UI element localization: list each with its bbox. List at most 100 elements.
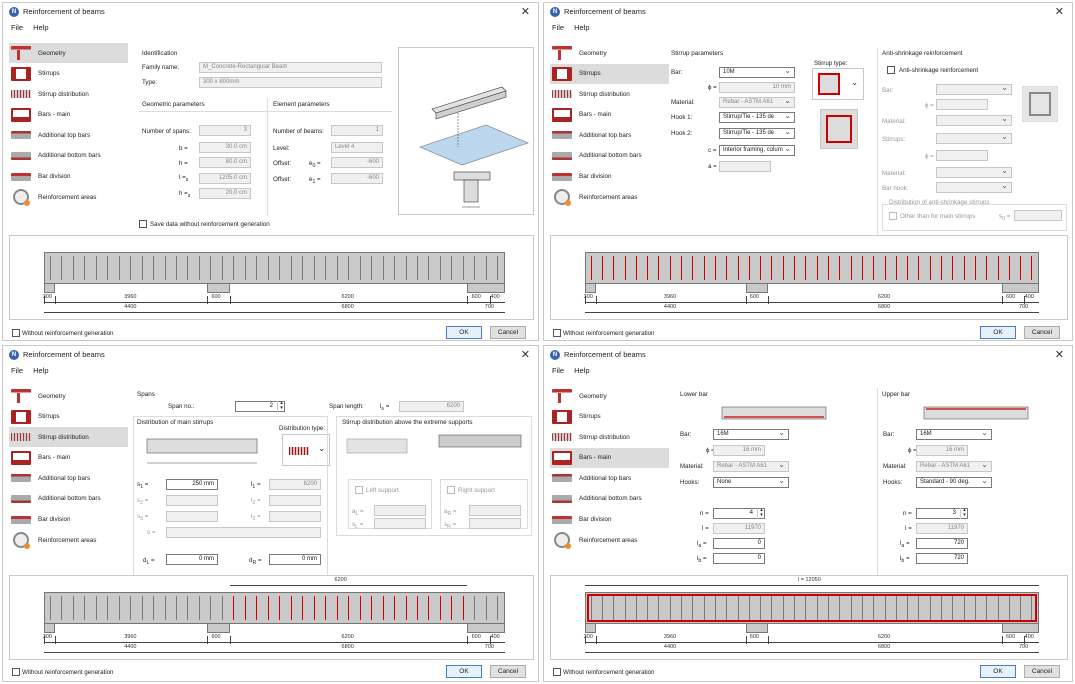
sidebar-item-additional-bottom-bars[interactable]: Additional bottom bars xyxy=(9,146,128,166)
family-name-field: M_Concrete-Rectangular Beam xyxy=(199,62,382,73)
span-no-spinner[interactable]: ▴ ▾ xyxy=(277,401,285,412)
ok-button[interactable]: OK xyxy=(980,665,1016,678)
stirrup-mark xyxy=(601,256,603,280)
upper-n-spinner[interactable]: ▴ ▾ xyxy=(960,508,968,519)
lower-n-spinner[interactable]: ▴ ▾ xyxy=(757,508,765,519)
cancel-button[interactable]: Cancel xyxy=(490,665,526,678)
save-data-label: Save data without reinforcement generati… xyxy=(150,221,270,228)
lower-lb-field[interactable]: 0 xyxy=(713,553,765,564)
sidebar-item-stirrups[interactable]: Stirrups xyxy=(550,63,669,84)
sidebar-item-bars-main[interactable]: Bars - main xyxy=(550,105,669,125)
sidebar-item-stirrup-distribution[interactable]: Stirrup distribution xyxy=(550,427,669,447)
sidebar-item-stirrups[interactable]: Stirrups xyxy=(9,64,128,84)
s1-field[interactable]: 250 mm xyxy=(166,479,218,490)
sidebar-item-reinforcement-areas[interactable]: Reinforcement areas xyxy=(550,187,669,207)
a-stirrups-select[interactable] xyxy=(936,133,1012,144)
cancel-button[interactable]: Cancel xyxy=(1024,326,1060,339)
lower-bar-select[interactable]: 16M xyxy=(713,429,789,440)
upper-material-select[interactable]: Rebar - ASTM A61 xyxy=(916,461,992,472)
upper-hooks-select[interactable]: Standard - 90 deg. xyxy=(916,477,992,488)
cancel-button[interactable]: Cancel xyxy=(490,326,526,339)
sidebar-item-stirrups[interactable]: Stirrups xyxy=(550,407,669,427)
sidebar-item-additional-top-bars[interactable]: Additional top bars xyxy=(9,468,128,488)
support-column xyxy=(44,624,56,633)
sidebar-item-reinforcement-areas[interactable]: Reinforcement areas xyxy=(9,530,128,550)
ls-sub: s xyxy=(185,177,189,184)
bars-main-icon xyxy=(552,450,572,465)
bottom-bar: Without reinforcement generation OK Canc… xyxy=(544,659,1072,681)
ok-button[interactable]: OK xyxy=(446,665,482,678)
close-icon[interactable]: ✕ xyxy=(521,5,530,18)
dR-field[interactable]: 0 mm xyxy=(269,554,321,565)
menu-help[interactable]: Help xyxy=(33,366,48,375)
other-than-main-checkbox[interactable] xyxy=(889,212,897,220)
close-icon[interactable]: ✕ xyxy=(1055,5,1064,18)
without-generation-checkbox[interactable] xyxy=(553,329,561,337)
reinforcement-areas-icon xyxy=(554,189,571,207)
sidebar-item-bar-division[interactable]: Bar division xyxy=(550,167,669,187)
sidebar-item-additional-bottom-bars[interactable]: Additional bottom bars xyxy=(9,489,128,509)
sidebar-item-additional-top-bars[interactable]: Additional top bars xyxy=(550,468,669,488)
sidebar-item-bar-division[interactable]: Bar division xyxy=(550,510,669,530)
sidebar-item-bars-main[interactable]: Bars - main xyxy=(9,448,128,468)
ok-button[interactable]: OK xyxy=(980,326,1016,339)
menu-help[interactable]: Help xyxy=(33,23,48,32)
ok-button[interactable]: OK xyxy=(446,326,482,339)
menu-help[interactable]: Help xyxy=(574,366,589,375)
sidebar-item-additional-bottom-bars[interactable]: Additional bottom bars xyxy=(550,146,669,166)
sidebar-item-geometry[interactable]: Geometry xyxy=(9,43,128,63)
menu-file[interactable]: File xyxy=(552,23,564,32)
without-generation-checkbox[interactable] xyxy=(553,668,561,676)
sidebar-item-stirrup-distribution[interactable]: Stirrup distribution xyxy=(9,427,128,448)
sidebar-item-bar-division[interactable]: Bar division xyxy=(9,167,128,187)
lower-material-select[interactable]: Rebar - ASTM A61 xyxy=(713,461,789,472)
upper-bar-select[interactable]: 16M xyxy=(916,429,992,440)
without-generation-checkbox[interactable] xyxy=(12,668,20,676)
sidebar-item-geometry[interactable]: Geometry xyxy=(9,386,128,406)
bar-select[interactable]: 10M xyxy=(719,67,795,78)
save-data-checkbox[interactable] xyxy=(139,220,147,228)
menu-file[interactable]: File xyxy=(11,23,23,32)
close-icon[interactable]: ✕ xyxy=(1055,348,1064,361)
dL-field[interactable]: 0 mm xyxy=(166,554,218,565)
sidebar-item-bars-main[interactable]: Bars - main xyxy=(9,105,128,125)
close-icon[interactable]: ✕ xyxy=(521,348,530,361)
sidebar-item-stirrup-distribution[interactable]: Stirrup distribution xyxy=(550,84,669,104)
family-name-label: Family name: xyxy=(142,64,180,71)
sidebar-item-bars-main[interactable]: Bars - main xyxy=(550,447,669,468)
sidebar-item-additional-top-bars[interactable]: Additional top bars xyxy=(9,125,128,145)
sidebar-item-geometry[interactable]: Geometry xyxy=(550,43,669,63)
a-hook-select[interactable] xyxy=(936,182,1012,193)
hook2-select[interactable]: Stirrup/Tie - 135 de xyxy=(719,128,795,139)
sidebar-item-label: Additional top bars xyxy=(579,474,632,482)
sidebar-item-additional-top-bars[interactable]: Additional top bars xyxy=(550,125,669,145)
stirrup-type-select[interactable]: ⌄ xyxy=(812,68,864,100)
stirrup-mark xyxy=(613,256,615,280)
anti-shrinkage-checkbox[interactable] xyxy=(887,66,895,74)
sidebar-item-stirrup-distribution[interactable]: Stirrup distribution xyxy=(9,84,128,104)
lower-n-label: n = xyxy=(700,510,709,517)
without-generation-checkbox[interactable] xyxy=(12,329,20,337)
a-bar-select[interactable] xyxy=(936,84,1012,95)
menu-help[interactable]: Help xyxy=(574,23,589,32)
sidebar-item-stirrups[interactable]: Stirrups xyxy=(9,407,128,427)
sidebar-item-reinforcement-areas[interactable]: Reinforcement areas xyxy=(550,530,669,550)
material-select[interactable]: Rebar - ASTM A61 xyxy=(719,97,795,108)
sidebar-item-reinforcement-areas[interactable]: Reinforcement areas xyxy=(9,187,128,207)
stirrup-mark xyxy=(405,256,407,280)
lower-la-field[interactable]: 0 xyxy=(713,538,765,549)
cancel-button[interactable]: Cancel xyxy=(1024,665,1060,678)
upper-la-field[interactable]: 720 xyxy=(916,538,968,549)
a-material-select[interactable] xyxy=(936,115,1012,126)
h-label: h = xyxy=(179,160,188,167)
lower-hooks-select[interactable]: None xyxy=(713,477,789,488)
sidebar-item-geometry[interactable]: Geometry xyxy=(550,386,669,406)
upper-lb-field[interactable]: 720 xyxy=(916,553,968,564)
sidebar-item-bar-division[interactable]: Bar division xyxy=(9,510,128,530)
menu-file[interactable]: File xyxy=(552,366,564,375)
a-material2-select[interactable] xyxy=(936,167,1012,178)
sidebar-item-additional-bottom-bars[interactable]: Additional bottom bars xyxy=(550,489,669,509)
hook1-select[interactable]: Stirrup/Tie - 135 de xyxy=(719,112,795,123)
menu-file[interactable]: File xyxy=(11,366,23,375)
cover-select[interactable]: Interior framing, colum xyxy=(719,145,795,156)
